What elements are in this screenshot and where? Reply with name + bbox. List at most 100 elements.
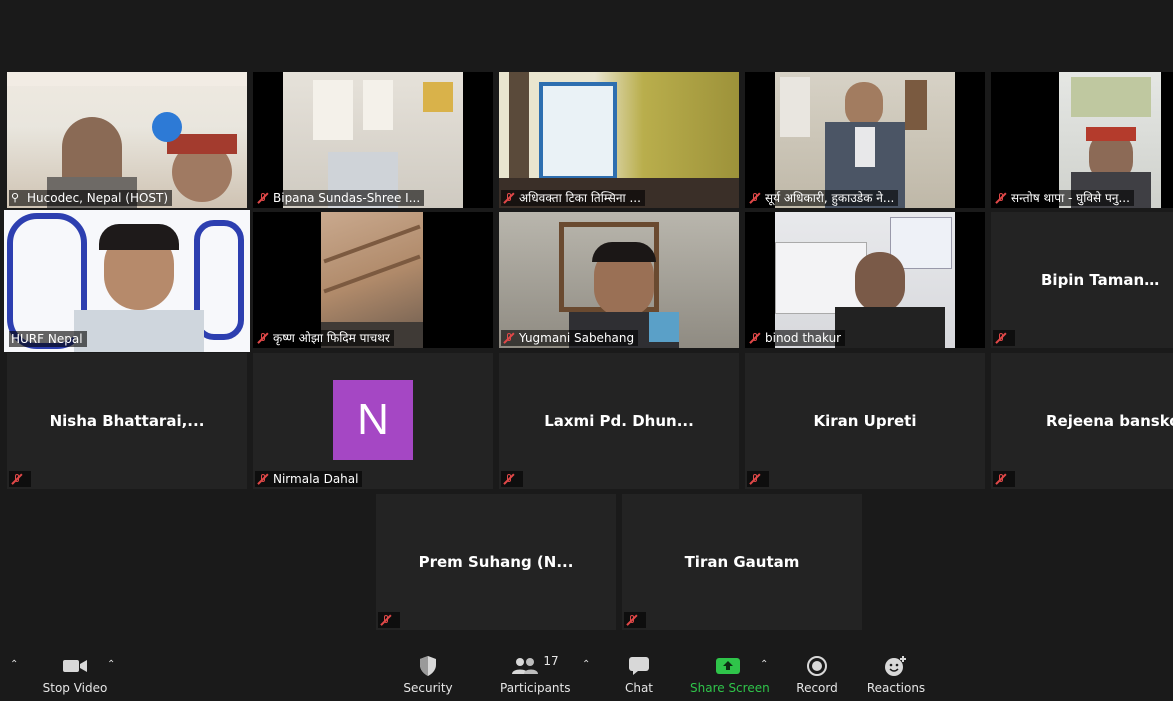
participant-video — [253, 212, 493, 348]
mic-muted-icon — [749, 332, 761, 344]
video-tile[interactable]: Nisha Bhattarai,... — [7, 353, 247, 489]
video-camera-icon — [40, 653, 110, 679]
mic-muted-icon — [749, 473, 761, 485]
record-button[interactable]: Record — [792, 653, 842, 699]
audio-options-caret[interactable]: ⌃ — [10, 659, 18, 670]
mic-muted-icon — [626, 614, 638, 626]
mic-muted-icon — [257, 192, 269, 204]
shield-icon — [398, 653, 458, 679]
participant-video — [7, 72, 247, 208]
participant-name-label: ⚲ Hucodec, Nepal (HOST) — [9, 190, 173, 206]
participants-options-caret[interactable]: ⌃ — [582, 659, 590, 670]
participant-name-center: Tiran Gautam — [684, 553, 800, 571]
mic-muted-icon — [380, 614, 392, 626]
participant-name-label — [378, 612, 400, 628]
share-screen-button[interactable]: Share Screen — [690, 653, 770, 699]
mic-muted-icon — [503, 192, 515, 204]
mic-muted-icon — [995, 192, 1007, 204]
reactions-label: Reactions — [866, 681, 926, 695]
mic-muted-icon — [503, 332, 515, 344]
participants-count: 17 — [543, 654, 559, 668]
video-tile[interactable]: Laxmi Pd. Dhun... — [499, 353, 739, 489]
participants-button[interactable]: 17 Participants — [500, 653, 571, 699]
participant-name-label: binod thakur — [747, 330, 846, 346]
video-tile[interactable]: binod thakur — [745, 212, 985, 348]
mic-muted-icon — [995, 473, 1007, 485]
participants-label: Participants — [500, 681, 571, 695]
video-tile[interactable]: Rejeena banskota — [991, 353, 1173, 489]
participant-name-center: Prem Suhang (N... — [418, 553, 574, 571]
participant-name-label — [747, 471, 769, 487]
participant-name-label: सन्तोष थापा - घुविसे पनु... — [993, 190, 1134, 206]
people-icon — [512, 658, 539, 674]
mic-muted-icon — [257, 473, 269, 485]
smiley-icon — [866, 653, 926, 679]
mic-muted-icon — [503, 473, 515, 485]
participant-video — [991, 72, 1173, 208]
stop-video-label: Stop Video — [42, 681, 108, 695]
video-tile-active-speaker[interactable]: HURF Nepal — [4, 210, 250, 352]
video-tile[interactable]: Bipana Sundas-Shree I... — [253, 72, 493, 208]
participant-name-label: कृष्ण ओझा फिदिम पाचथर — [255, 330, 394, 346]
meeting-toolbar: ⌃ Stop Video ⌃ Security 17 Participants … — [0, 649, 1173, 701]
participant-video — [253, 72, 493, 208]
participant-video — [745, 212, 985, 348]
participant-name-label: HURF Nepal — [9, 331, 87, 347]
video-tile[interactable]: सन्तोष थापा - घुविसे पनु... — [991, 72, 1173, 208]
mic-muted-icon — [749, 192, 761, 204]
reactions-button[interactable]: Reactions — [866, 653, 926, 699]
security-button[interactable]: Security — [398, 653, 458, 699]
participant-name-label — [993, 471, 1015, 487]
avatar: N — [333, 380, 413, 460]
participant-name-center: Laxmi Pd. Dhun... — [544, 412, 694, 430]
participant-name: HURF Nepal — [11, 332, 83, 346]
participant-name-center: Bipin Tamang Cl... — [1041, 271, 1173, 289]
mic-muted-icon — [257, 332, 269, 344]
video-tile[interactable]: Kiran Upreti — [745, 353, 985, 489]
share-screen-label: Share Screen — [690, 681, 770, 695]
chat-label: Chat — [624, 681, 654, 695]
participant-name-label: Yugmani Sabehang — [501, 330, 639, 346]
participant-video — [499, 212, 739, 348]
mic-muted-icon — [11, 473, 23, 485]
participant-name-label: अधिवक्ता टिका तिम्सिना ... — [501, 190, 645, 206]
video-tile[interactable]: N Nirmala Dahal — [253, 353, 493, 489]
video-tile[interactable]: Bipin Tamang Cl... — [991, 212, 1173, 348]
participant-name: कृष्ण ओझा फिदिम पाचथर — [273, 331, 390, 345]
participant-name: Yugmani Sabehang — [519, 331, 635, 345]
participant-name: Bipana Sundas-Shree I... — [273, 191, 421, 205]
pin-icon: ⚲ — [11, 191, 20, 204]
participant-name: अधिवक्ता टिका तिम्सिना ... — [519, 191, 641, 205]
video-options-caret[interactable]: ⌃ — [107, 659, 115, 670]
record-icon — [792, 653, 842, 679]
participant-name-label: सूर्य अधिकारी, हुकाउडेक ने... — [747, 190, 899, 206]
participant-name: Nirmala Dahal — [273, 472, 359, 486]
participant-name: Hucodec, Nepal (HOST) — [27, 191, 169, 205]
video-tile[interactable]: ⚲ Hucodec, Nepal (HOST) — [7, 72, 247, 208]
stop-video-button[interactable]: Stop Video — [40, 653, 110, 699]
participant-name-label: Bipana Sundas-Shree I... — [255, 190, 425, 206]
participant-name-label — [501, 471, 523, 487]
chat-button[interactable]: Chat — [614, 653, 664, 699]
participant-name-center: Rejeena banskota — [1046, 412, 1173, 430]
participant-name-label — [993, 330, 1015, 346]
participant-name-label — [624, 612, 646, 628]
participants-icon-group: 17 — [500, 653, 570, 679]
video-tile[interactable]: Prem Suhang (N... — [376, 494, 616, 630]
chat-bubble-icon — [614, 653, 664, 679]
video-tile[interactable]: Yugmani Sabehang — [499, 212, 739, 348]
record-label: Record — [796, 681, 838, 695]
participant-name-label: Nirmala Dahal — [255, 471, 363, 487]
video-tile[interactable]: Tiran Gautam — [622, 494, 862, 630]
participant-name-center: Kiran Upreti — [813, 412, 917, 430]
participant-name-center: Nisha Bhattarai,... — [49, 412, 205, 430]
participant-name-label — [9, 471, 31, 487]
video-tile[interactable]: कृष्ण ओझा फिदिम पाचथर — [253, 212, 493, 348]
video-tile[interactable]: सूर्य अधिकारी, हुकाउडेक ने... — [745, 72, 985, 208]
participant-name: सन्तोष थापा - घुविसे पनु... — [1011, 191, 1130, 205]
security-label: Security — [403, 681, 453, 695]
video-tile[interactable]: अधिवक्ता टिका तिम्सिना ... — [499, 72, 739, 208]
share-options-caret[interactable]: ⌃ — [760, 659, 768, 670]
participant-video — [499, 72, 739, 208]
participant-video — [745, 72, 985, 208]
